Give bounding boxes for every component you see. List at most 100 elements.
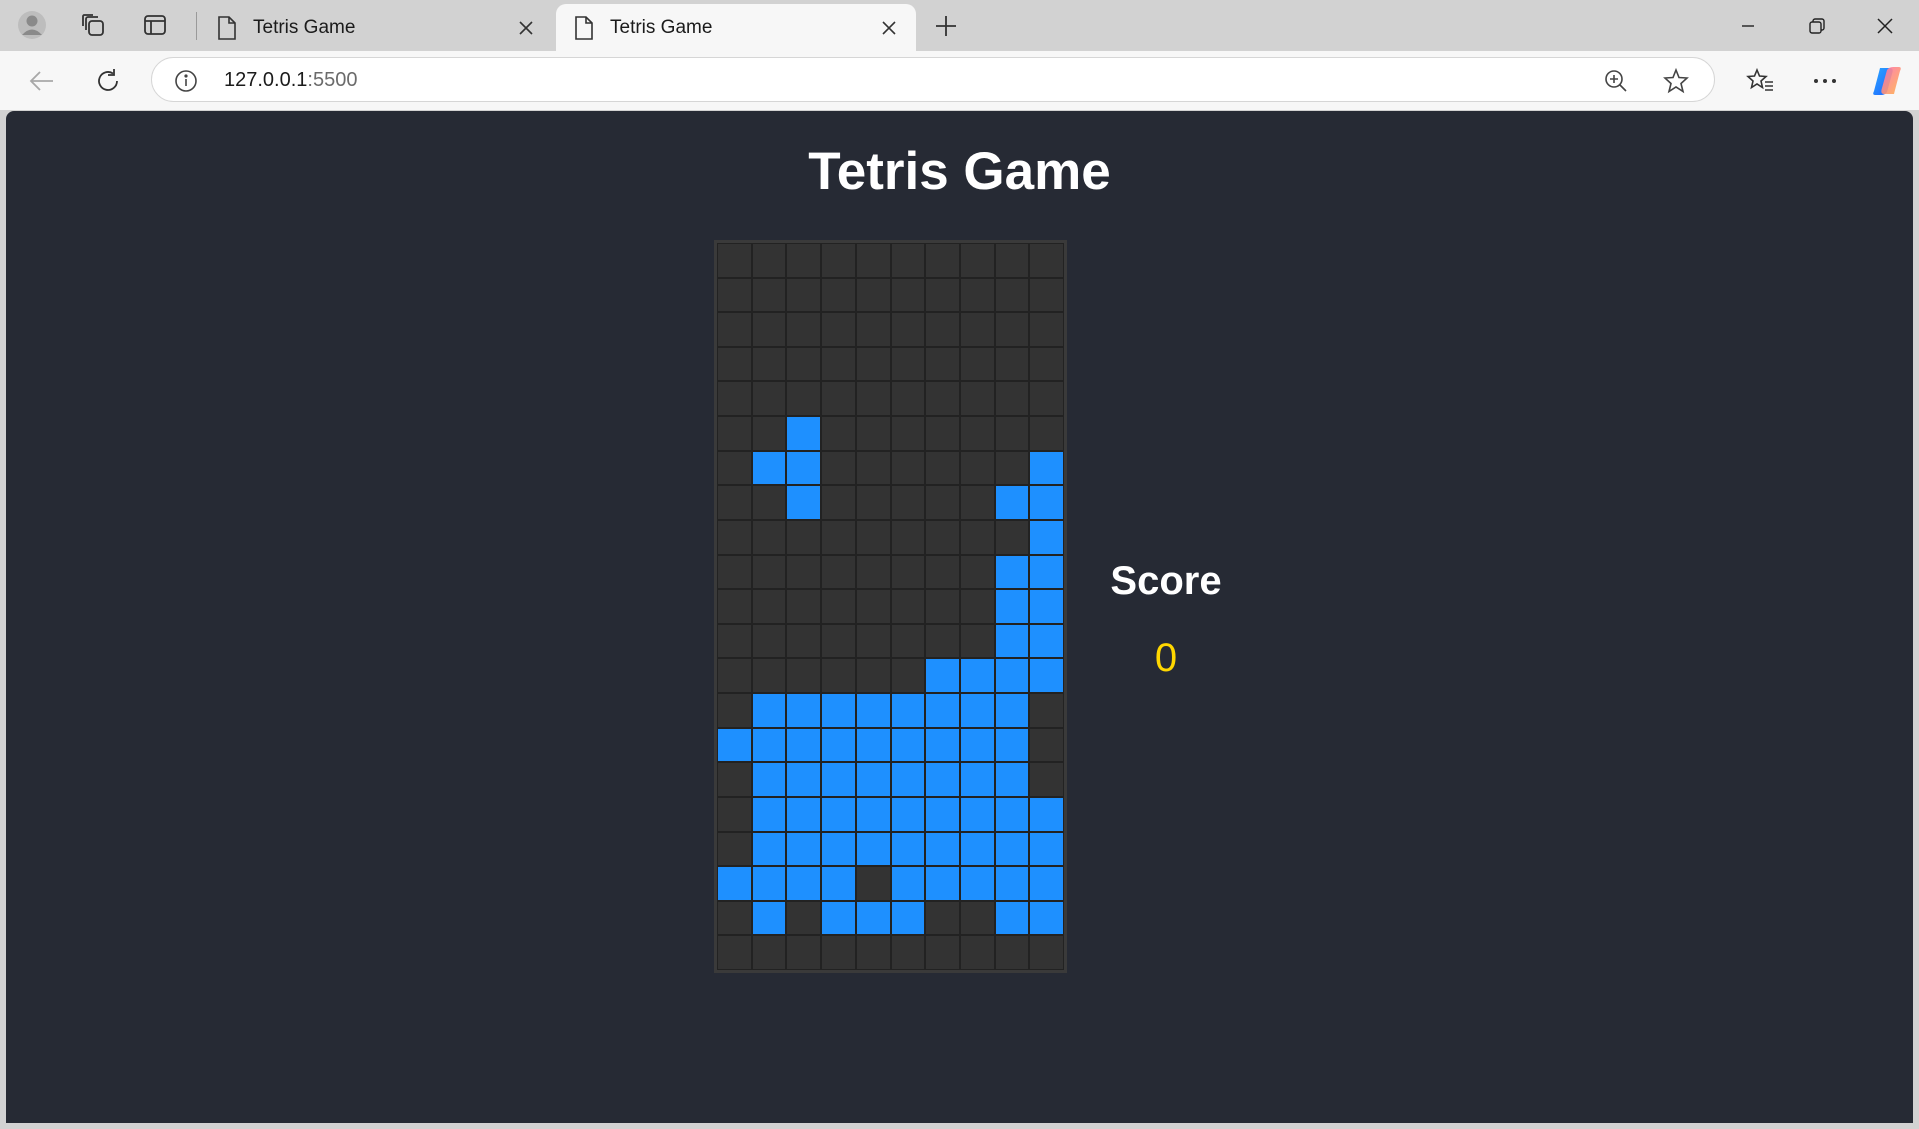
board-cell-empty bbox=[717, 900, 752, 936]
board-cell-empty bbox=[1029, 277, 1064, 313]
copilot-icon[interactable] bbox=[1867, 61, 1907, 101]
board-cell-filled bbox=[1029, 485, 1064, 520]
vertical-tabs-icon[interactable] bbox=[135, 7, 175, 43]
board-cell-filled bbox=[786, 485, 822, 520]
new-tab-icon[interactable] bbox=[928, 8, 964, 44]
page-icon bbox=[574, 15, 596, 40]
board-cell-empty bbox=[1029, 762, 1064, 797]
board-cell-empty bbox=[925, 416, 960, 451]
board-cell-empty bbox=[994, 312, 1030, 347]
tab-active[interactable]: Tetris Game bbox=[556, 4, 916, 51]
board-cell-empty bbox=[855, 346, 891, 382]
board-cell-empty bbox=[855, 866, 891, 901]
board-cell-empty bbox=[717, 693, 752, 728]
url-text[interactable]: 127.0.0.1:5500 bbox=[224, 69, 357, 92]
board-cell-filled bbox=[959, 693, 995, 728]
board-cell-filled bbox=[925, 727, 960, 763]
address-bar[interactable]: 127.0.0.1:5500 bbox=[151, 57, 1715, 102]
board-cell-empty bbox=[890, 485, 926, 520]
score-value: 0 bbox=[1154, 636, 1178, 680]
board-cell-filled bbox=[855, 762, 891, 797]
board-cell-empty bbox=[1029, 346, 1064, 382]
close-icon[interactable] bbox=[515, 17, 537, 39]
board-cell-empty bbox=[821, 623, 856, 659]
board-cell-empty bbox=[890, 243, 926, 278]
favorite-star-icon[interactable] bbox=[1662, 67, 1690, 95]
restore-icon[interactable] bbox=[1783, 0, 1851, 51]
board-cell-filled bbox=[890, 831, 926, 867]
board-cell-empty bbox=[855, 554, 891, 590]
board-cell-empty bbox=[959, 346, 995, 382]
workspaces-icon[interactable] bbox=[73, 7, 113, 43]
zoom-icon[interactable] bbox=[1602, 67, 1630, 95]
board-cell-empty bbox=[717, 519, 752, 555]
board-cell-filled bbox=[959, 831, 995, 867]
board-cell-empty bbox=[821, 519, 856, 555]
board-cell-empty bbox=[786, 519, 822, 555]
board-cell-empty bbox=[959, 519, 995, 555]
board-cell-empty bbox=[855, 416, 891, 451]
site-info-icon[interactable] bbox=[174, 69, 198, 93]
board-cell-empty bbox=[959, 623, 995, 659]
page-title: Tetris Game bbox=[808, 142, 1111, 201]
close-icon[interactable] bbox=[878, 17, 900, 39]
board-cell-empty bbox=[717, 243, 752, 278]
board-cell-empty bbox=[717, 381, 752, 417]
board-cell-filled bbox=[717, 866, 752, 901]
board-cell-empty bbox=[925, 485, 960, 520]
board-cell-empty bbox=[717, 450, 752, 486]
board-cell-filled bbox=[786, 762, 822, 797]
board-cell-empty bbox=[959, 450, 995, 486]
board-cell-filled bbox=[925, 658, 960, 694]
back-icon[interactable] bbox=[22, 61, 62, 101]
board-cell-empty bbox=[994, 243, 1030, 278]
board-cell-empty bbox=[855, 519, 891, 555]
board-cell-filled bbox=[994, 658, 1030, 694]
board-cell-empty bbox=[1029, 381, 1064, 417]
board-cell-filled bbox=[1029, 450, 1064, 486]
more-icon[interactable] bbox=[1805, 61, 1845, 101]
board-cell-filled bbox=[786, 450, 822, 486]
score-panel: Score 0 bbox=[1096, 559, 1236, 681]
board-cell-empty bbox=[890, 312, 926, 347]
board-cell-empty bbox=[925, 519, 960, 555]
board-cell-empty bbox=[786, 900, 822, 936]
board-cell-empty bbox=[994, 450, 1030, 486]
board-cell-empty bbox=[786, 381, 822, 417]
board-cell-empty bbox=[1029, 935, 1064, 970]
board-cell-filled bbox=[994, 831, 1030, 867]
board-cell-filled bbox=[751, 450, 787, 486]
board-cell-filled bbox=[959, 762, 995, 797]
board-cell-empty bbox=[821, 554, 856, 590]
board-cell-filled bbox=[751, 831, 787, 867]
refresh-icon[interactable] bbox=[88, 61, 128, 101]
minimize-icon[interactable] bbox=[1714, 0, 1782, 51]
board-cell-empty bbox=[717, 658, 752, 694]
profile-icon[interactable] bbox=[12, 7, 52, 43]
board-cell-empty bbox=[890, 277, 926, 313]
board-cell-filled bbox=[855, 727, 891, 763]
board-cell-empty bbox=[1029, 416, 1064, 451]
board-cell-empty bbox=[751, 554, 787, 590]
board-cell-empty bbox=[959, 900, 995, 936]
board-cell-empty bbox=[994, 277, 1030, 313]
board-cell-filled bbox=[1029, 900, 1064, 936]
board-cell-empty bbox=[821, 243, 856, 278]
board-cell-empty bbox=[959, 554, 995, 590]
board-cell-empty bbox=[786, 658, 822, 694]
board-cell-filled bbox=[925, 866, 960, 901]
board-cell-filled bbox=[855, 796, 891, 832]
board-cell-filled bbox=[890, 727, 926, 763]
board-cell-filled bbox=[1029, 831, 1064, 867]
board-cell-filled bbox=[717, 727, 752, 763]
board-cell-filled bbox=[786, 416, 822, 451]
board-cell-empty bbox=[959, 485, 995, 520]
tab-inactive[interactable]: Tetris Game bbox=[199, 4, 553, 51]
score-label: Score bbox=[1110, 559, 1222, 603]
favorites-icon[interactable] bbox=[1740, 61, 1780, 101]
url-port: :5500 bbox=[307, 69, 358, 91]
board-cell-empty bbox=[994, 416, 1030, 451]
window-close-icon[interactable] bbox=[1851, 0, 1919, 51]
game-board[interactable] bbox=[714, 240, 1067, 973]
board-cell-filled bbox=[751, 762, 787, 797]
